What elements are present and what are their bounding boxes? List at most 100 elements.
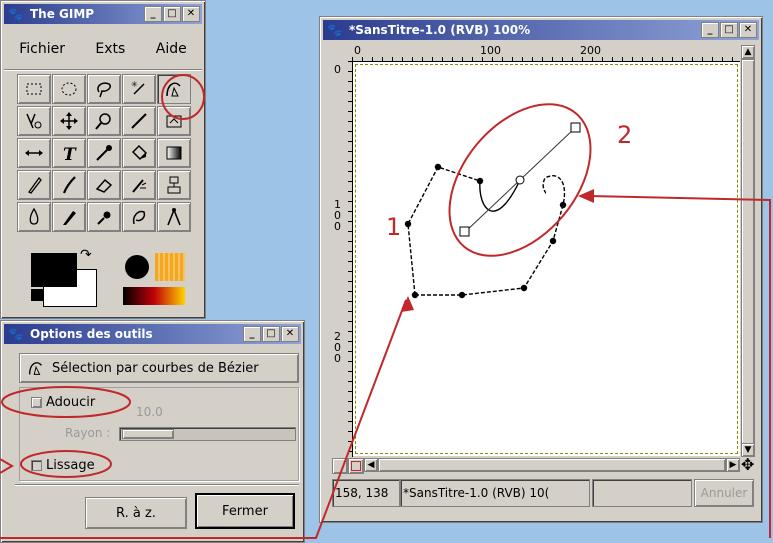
reset-button[interactable]: R. à z. xyxy=(85,497,187,529)
vertical-scroll-thumb[interactable] xyxy=(741,59,755,445)
image-canvas[interactable] xyxy=(353,62,740,456)
tool-grid: ✳ T xyxy=(17,74,197,234)
horizontal-scrollbar[interactable]: ◀ ▶ xyxy=(364,458,740,472)
image-title: *SansTitre-1.0 (RVB) 100% xyxy=(349,23,531,37)
menu-aide[interactable]: Aide xyxy=(156,41,187,57)
progress-field xyxy=(592,479,692,507)
bucket-fill-tool[interactable] xyxy=(122,138,156,168)
lissage-label: Lissage xyxy=(46,458,95,473)
default-colors-icon[interactable] xyxy=(31,289,43,301)
text-tool[interactable]: T xyxy=(52,138,86,168)
cancel-button[interactable]: Annuler xyxy=(694,479,754,507)
toolbox-titlebar[interactable]: 🐾 The GIMP _ □ ✕ xyxy=(4,4,202,24)
fg-bg-colors[interactable]: ↷ xyxy=(17,247,97,307)
close-button[interactable]: ✕ xyxy=(182,6,200,22)
tool-options-window: 🐾 Options des outils _ □ ✕ Sélection par… xyxy=(0,320,305,543)
svg-text:✳: ✳ xyxy=(131,80,138,89)
magic-wand-tool[interactable]: ✳ xyxy=(122,74,156,104)
ruler-h-200: 200 xyxy=(580,45,601,57)
lissage-checkbox-row[interactable]: Lissage xyxy=(31,458,95,473)
gradient-preview[interactable] xyxy=(123,287,185,305)
blend-tool[interactable] xyxy=(157,138,191,168)
menu-fichier[interactable]: Fichier xyxy=(19,41,65,57)
horizontal-scroll-thumb[interactable] xyxy=(378,458,726,472)
clone-tool[interactable] xyxy=(157,170,191,200)
tool-options-title: Options des outils xyxy=(30,327,153,341)
minimize-button[interactable]: _ xyxy=(144,6,162,22)
adoucir-label: Adoucir xyxy=(46,395,96,410)
vertical-ruler: 0 1 0 0 2 0 0 xyxy=(332,61,353,457)
scissors-select-tool[interactable] xyxy=(17,106,51,136)
brush-pattern-gradient-area[interactable] xyxy=(121,251,189,307)
move-tool[interactable] xyxy=(52,106,86,136)
menu-exts[interactable]: Exts xyxy=(95,41,125,57)
close-options-button[interactable]: Fermer xyxy=(195,493,295,529)
paintbrush-tool[interactable] xyxy=(52,170,86,200)
pattern-preview[interactable] xyxy=(155,253,185,281)
lissage-checkbox[interactable] xyxy=(31,460,42,471)
minimize-button[interactable]: _ xyxy=(243,326,261,342)
qmask-off-button[interactable] xyxy=(332,458,348,474)
image-window: 🐾 *SansTitre-1.0 (RVB) 100% _ □ ✕ 0 100 … xyxy=(319,16,763,523)
gimp-icon: 🐾 xyxy=(8,327,23,341)
maximize-button[interactable]: □ xyxy=(720,22,738,38)
blur-tool[interactable] xyxy=(17,202,51,232)
scroll-right-arrow[interactable]: ▶ xyxy=(726,458,740,472)
tool-options-titlebar[interactable]: 🐾 Options des outils _ □ ✕ xyxy=(4,324,301,344)
close-button[interactable]: ✕ xyxy=(281,326,299,342)
navigate-icon[interactable]: ✥ xyxy=(741,455,754,474)
smudge-tool[interactable] xyxy=(122,202,156,232)
minimize-button[interactable]: _ xyxy=(701,22,719,38)
coords-text: 158, 138 xyxy=(335,486,389,500)
eraser-tool[interactable] xyxy=(87,170,121,200)
crop-tool[interactable] xyxy=(122,106,156,136)
coords-field: 158, 138 xyxy=(332,479,400,507)
svg-text:T: T xyxy=(63,145,77,164)
menu-divider xyxy=(4,69,202,71)
pencil-tool[interactable] xyxy=(17,170,51,200)
ruler-v-200: 2 0 0 xyxy=(334,330,341,365)
swap-colors-icon[interactable]: ↷ xyxy=(80,247,92,263)
vertical-scrollbar[interactable]: ▲ ▼ xyxy=(741,45,755,457)
bezier-select-tool[interactable] xyxy=(157,74,191,104)
foreground-color-swatch[interactable] xyxy=(31,253,77,287)
ruler-v-100: 1 0 0 xyxy=(334,198,341,233)
image-titlebar[interactable]: 🐾 *SansTitre-1.0 (RVB) 100% _ □ ✕ xyxy=(323,20,759,40)
toolbox-menubar: Fichier Exts Aide xyxy=(4,31,202,67)
buttons-divider xyxy=(15,484,299,486)
gimp-icon: 🐾 xyxy=(8,7,23,21)
scroll-left-arrow[interactable]: ◀ xyxy=(364,458,378,472)
scroll-up-arrow[interactable]: ▲ xyxy=(741,45,755,59)
horizontal-ruler: 0 100 200 xyxy=(352,45,740,62)
radius-slider-handle[interactable] xyxy=(122,429,174,439)
ruler-v-0: 0 xyxy=(334,63,341,76)
annotation-label-2: 2 xyxy=(617,121,633,149)
close-button[interactable]: ✕ xyxy=(739,22,757,38)
radius-slider[interactable] xyxy=(119,427,296,441)
airbrush-tool[interactable] xyxy=(122,170,156,200)
ink-tool[interactable] xyxy=(52,202,86,232)
maximize-button[interactable]: □ xyxy=(163,6,181,22)
ellipse-select-tool[interactable] xyxy=(52,74,86,104)
color-area: ↷ xyxy=(17,247,197,311)
magnify-tool[interactable] xyxy=(87,106,121,136)
toolbox-window: 🐾 The GIMP _ □ ✕ Fichier Exts Aide ✳ T ↷ xyxy=(0,0,206,319)
transform-tool[interactable] xyxy=(157,106,191,136)
status-text: *SansTitre-1.0 (RVB) 10( xyxy=(403,486,550,500)
toolbox-title: The GIMP xyxy=(30,7,95,21)
gimp-icon: 🐾 xyxy=(327,23,342,37)
maximize-button[interactable]: □ xyxy=(262,326,280,342)
flip-tool[interactable] xyxy=(17,138,51,168)
measure-tool[interactable] xyxy=(157,202,191,232)
dodge-burn-tool[interactable] xyxy=(87,202,121,232)
ruler-h-100: 100 xyxy=(480,45,501,57)
annotation-label-1: 1 xyxy=(386,213,402,241)
rect-select-tool[interactable] xyxy=(17,74,51,104)
qmask-icon xyxy=(351,461,361,471)
adoucir-checkbox[interactable] xyxy=(31,397,42,408)
brush-preview[interactable] xyxy=(125,255,149,279)
color-picker-tool[interactable] xyxy=(87,138,121,168)
lasso-tool[interactable] xyxy=(87,74,121,104)
adoucir-checkbox-row[interactable]: Adoucir xyxy=(31,395,95,410)
qmask-on-button[interactable] xyxy=(348,458,364,474)
